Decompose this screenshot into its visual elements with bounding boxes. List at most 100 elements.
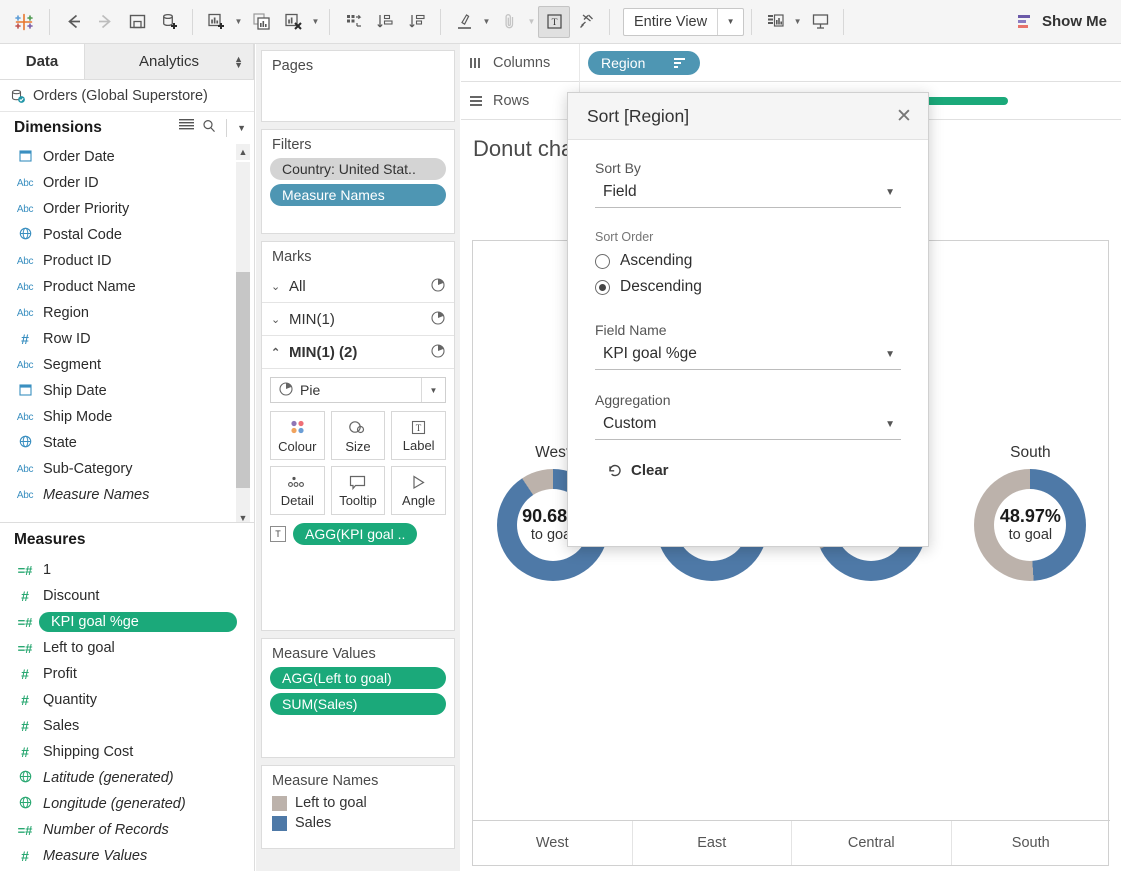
axis-tick-west[interactable]: West xyxy=(473,821,633,865)
dimension-field-order-priority[interactable]: Abc Order Priority xyxy=(0,196,254,222)
radio-descending-icon[interactable] xyxy=(595,279,610,295)
mark-type-select[interactable]: Pie ▼ xyxy=(270,377,446,403)
donut-chart-south[interactable]: 48.97% to goal xyxy=(974,469,1087,581)
marks-size-button[interactable]: Size xyxy=(330,411,386,460)
marks-angle-button[interactable]: Angle xyxy=(391,466,446,515)
group-members-caret[interactable]: ▼ xyxy=(525,6,538,38)
dimension-field-state[interactable]: State xyxy=(0,430,254,456)
measure-field-left-to-goal[interactable]: =# Left to goal xyxy=(0,635,254,661)
scroll-up-arrow[interactable]: ▲ xyxy=(236,144,250,160)
new-data-source-button[interactable] xyxy=(153,6,185,38)
columns-pill-region[interactable]: Region xyxy=(588,50,701,75)
new-worksheet-button[interactable] xyxy=(200,6,232,38)
measure-field-1[interactable]: =# 1 xyxy=(0,557,254,583)
axis-tick-east[interactable]: East xyxy=(633,821,792,865)
measure-field-profit[interactable]: # Profit xyxy=(0,661,254,687)
sort-descending-button[interactable] xyxy=(401,6,433,38)
marks-tooltip-button[interactable]: Tooltip xyxy=(330,466,386,515)
close-icon[interactable]: ✕ xyxy=(892,104,916,128)
legend-item-sales[interactable]: Sales xyxy=(270,814,446,832)
show-hide-cards-button[interactable] xyxy=(759,6,791,38)
sort-dialog[interactable]: Sort [Region] ✕ Sort By Field ▼ Sort Ord… xyxy=(567,92,929,547)
fix-axes-button[interactable] xyxy=(570,6,602,38)
marks-row-all[interactable]: ⌄ All xyxy=(262,270,454,303)
columns-shelf[interactable]: Columns Region xyxy=(461,43,1121,82)
chevron-down-icon[interactable]: ⌄ xyxy=(271,313,289,326)
chevron-down-icon[interactable]: ▼ xyxy=(717,8,743,35)
group-members-button[interactable] xyxy=(493,6,525,38)
dimension-field-product-name[interactable]: Abc Product Name xyxy=(0,274,254,300)
scroll-down-arrow[interactable]: ▼ xyxy=(236,510,250,522)
dimension-field-region[interactable]: Abc Region xyxy=(0,300,254,326)
view-size-select[interactable]: Entire View ▼ xyxy=(623,7,745,36)
new-worksheet-caret[interactable]: ▼ xyxy=(232,6,245,38)
dimension-field-segment[interactable]: Abc Segment xyxy=(0,352,254,378)
tab-analytics[interactable]: Analytics ▲ ▼ xyxy=(85,44,254,79)
measure-field-shipping-cost[interactable]: # Shipping Cost xyxy=(0,739,254,765)
dimensions-scrollbar-thumb[interactable] xyxy=(236,272,250,488)
back-button[interactable] xyxy=(57,6,89,38)
search-icon[interactable] xyxy=(202,119,216,138)
axis-tick-south[interactable]: South xyxy=(952,821,1111,865)
dimension-field-order-date[interactable]: Order Date xyxy=(0,144,254,170)
measure-value-pill-0[interactable]: AGG(Left to goal) xyxy=(270,667,446,689)
show-hide-cards-caret[interactable]: ▼ xyxy=(791,6,804,38)
clear-sort-button[interactable]: Clear xyxy=(607,462,669,479)
chevron-up-icon[interactable]: ⌃ xyxy=(271,346,289,359)
measure-field-latitude-generated-[interactable]: Latitude (generated) xyxy=(0,765,254,791)
measure-field-number-of-records[interactable]: =# Number of Records xyxy=(0,817,254,843)
show-mark-labels-button[interactable]: T xyxy=(538,5,570,38)
show-me-button[interactable]: Show Me xyxy=(1017,13,1107,30)
clear-sheet-button[interactable] xyxy=(277,6,309,38)
clear-sheet-caret[interactable]: ▼ xyxy=(309,6,322,38)
field-name-select[interactable]: KPI goal %ge ▼ xyxy=(595,342,901,370)
measure-field-sales[interactable]: # Sales xyxy=(0,713,254,739)
filter-pill-country-united-stat-[interactable]: Country: United Stat.. xyxy=(270,158,446,180)
sort-by-select[interactable]: Field ▼ xyxy=(595,180,901,208)
measure-field-quantity[interactable]: # Quantity xyxy=(0,687,254,713)
highlight-button[interactable] xyxy=(448,6,480,38)
dimension-field-ship-date[interactable]: Ship Date xyxy=(0,378,254,404)
legend-item-left-to-goal[interactable]: Left to goal xyxy=(270,794,446,812)
measure-value-pill-1[interactable]: SUM(Sales) xyxy=(270,693,446,715)
chevron-down-icon[interactable]: ▼ xyxy=(237,123,246,133)
aggregation-select[interactable]: Custom ▼ xyxy=(595,412,901,440)
marks-row-min-1-2-[interactable]: ⌃ MIN(1) (2) xyxy=(262,336,454,369)
swap-rows-columns-button[interactable] xyxy=(337,6,369,38)
marks-pill-agg-kpi-goal[interactable]: AGG(KPI goal .. xyxy=(293,523,418,545)
data-source-row[interactable]: Orders (Global Superstore) xyxy=(0,80,254,112)
forward-button[interactable] xyxy=(89,6,121,38)
tableau-logo-icon[interactable] xyxy=(6,6,42,38)
duplicate-sheet-button[interactable] xyxy=(245,6,277,38)
sort-order-ascending-radio[interactable]: Ascending xyxy=(595,248,901,274)
dimension-field-sub-category[interactable]: Abc Sub-Category xyxy=(0,456,254,482)
highlight-caret[interactable]: ▼ xyxy=(480,6,493,38)
columns-shelf-drop[interactable]: Region xyxy=(579,43,1121,82)
marks-row-min-1-[interactable]: ⌄ MIN(1) xyxy=(262,303,454,336)
axis-tick-central[interactable]: Central xyxy=(792,821,952,865)
dimension-field-row-id[interactable]: # Row ID xyxy=(0,326,254,352)
measure-field-kpi-goal-ge[interactable]: =# KPI goal %ge xyxy=(0,609,254,635)
sort-order-descending-radio[interactable]: Descending xyxy=(595,274,901,300)
dimension-field-ship-mode[interactable]: Abc Ship Mode xyxy=(0,404,254,430)
presentation-mode-button[interactable] xyxy=(804,6,836,38)
save-button[interactable] xyxy=(121,6,153,38)
filter-pill-measure-names[interactable]: Measure Names xyxy=(270,184,446,206)
sort-ascending-button[interactable] xyxy=(369,6,401,38)
chevron-down-icon[interactable]: ▼ xyxy=(885,349,899,360)
chevron-down-icon[interactable]: ▼ xyxy=(885,187,899,198)
dimension-field-order-id[interactable]: Abc Order ID xyxy=(0,170,254,196)
dimension-field-postal-code[interactable]: Postal Code xyxy=(0,222,254,248)
marks-colour-button[interactable]: Colour xyxy=(270,411,325,460)
measure-field-measure-values[interactable]: # Measure Values xyxy=(0,843,254,869)
radio-ascending-icon[interactable] xyxy=(595,253,610,269)
measure-field-discount[interactable]: # Discount xyxy=(0,583,254,609)
marks-detail-button[interactable]: Detail xyxy=(270,466,325,515)
chevron-down-icon[interactable]: ▼ xyxy=(421,378,445,402)
dimension-field-product-id[interactable]: Abc Product ID xyxy=(0,248,254,274)
tab-data[interactable]: Data xyxy=(0,44,85,79)
chevron-down-icon[interactable]: ⌄ xyxy=(271,280,289,293)
chevron-down-icon[interactable]: ▼ xyxy=(885,419,899,430)
dimension-field-measure-names[interactable]: Abc Measure Names xyxy=(0,482,254,508)
measure-field-longitude-generated-[interactable]: Longitude (generated) xyxy=(0,791,254,817)
